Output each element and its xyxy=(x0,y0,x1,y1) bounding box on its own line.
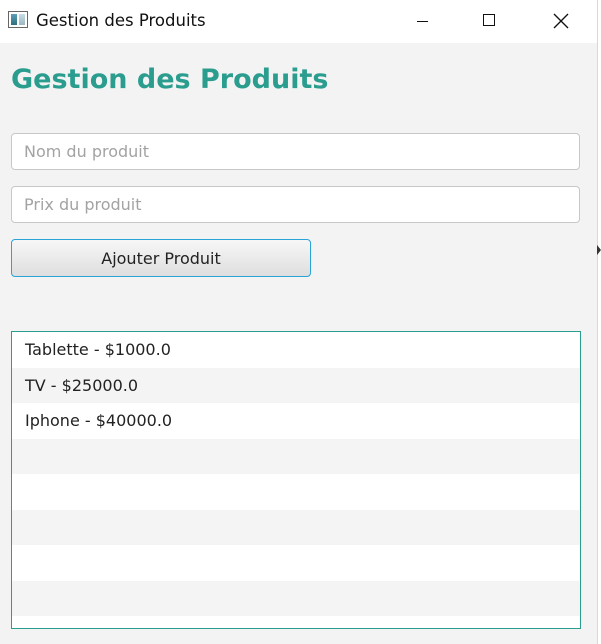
title-bar[interactable]: Gestion des Produits xyxy=(0,0,597,43)
list-item[interactable]: TV - $25000.0 xyxy=(12,367,580,403)
app-icon xyxy=(8,11,28,28)
add-product-button[interactable]: Ajouter Produit xyxy=(11,239,311,277)
maximize-button[interactable] xyxy=(467,0,513,43)
list-empty-row xyxy=(12,438,580,474)
product-list[interactable]: Tablette - $1000.0 TV - $25000.0 Iphone … xyxy=(11,331,581,629)
resize-cursor-icon xyxy=(597,245,601,255)
maximize-icon xyxy=(483,14,495,26)
list-item[interactable]: Tablette - $1000.0 xyxy=(12,332,580,368)
page-title: Gestion des Produits xyxy=(11,64,329,95)
product-name-input[interactable] xyxy=(11,133,580,170)
window-title: Gestion des Produits xyxy=(36,11,206,30)
list-empty-row xyxy=(12,509,580,545)
list-empty-row xyxy=(12,580,580,616)
close-button[interactable] xyxy=(537,0,583,43)
list-empty-row xyxy=(12,474,580,510)
close-icon xyxy=(553,13,569,29)
list-empty-row xyxy=(12,545,580,581)
list-empty-row xyxy=(12,616,580,628)
list-item[interactable]: Iphone - $40000.0 xyxy=(12,403,580,439)
minimize-button[interactable] xyxy=(400,0,446,43)
product-price-input[interactable] xyxy=(11,186,580,223)
app-window: Gestion des Produits Gestion des Produit… xyxy=(0,0,598,644)
minimize-icon xyxy=(417,21,428,22)
